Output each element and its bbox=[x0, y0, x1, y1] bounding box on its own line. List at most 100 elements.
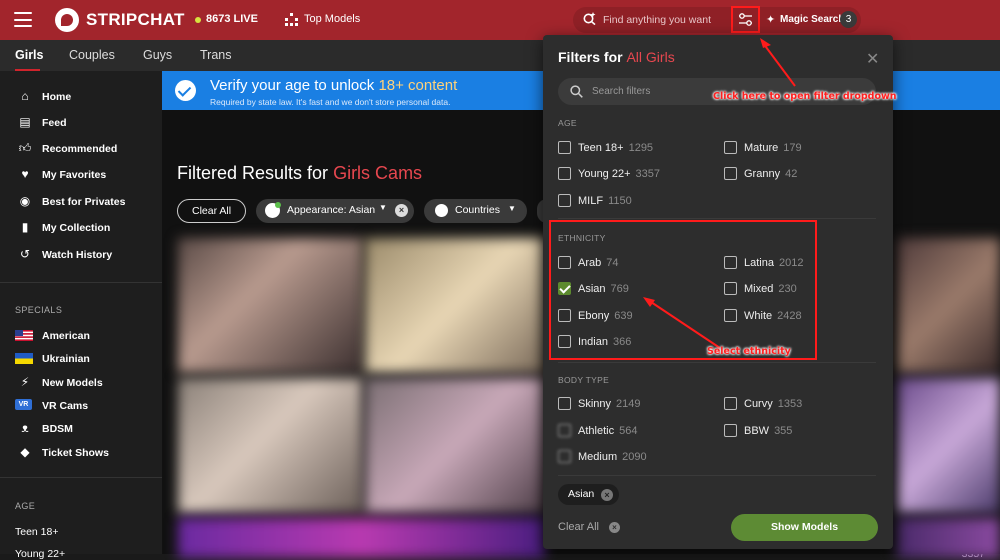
sidebar-item-recommended[interactable]: Recommended bbox=[42, 143, 117, 155]
grid-icon bbox=[285, 13, 298, 26]
age-granny-checkbox[interactable] bbox=[724, 167, 737, 180]
search-placeholder: Find anything you want bbox=[603, 14, 711, 26]
sidebar-item-history[interactable]: Watch History bbox=[42, 249, 112, 261]
chevron-down-icon: ▼ bbox=[508, 204, 516, 213]
age-young-label: Young 22+ 3357 bbox=[578, 168, 660, 180]
age-young-checkbox[interactable] bbox=[558, 167, 571, 180]
menu-icon[interactable] bbox=[14, 12, 32, 27]
sparkle-icon: ✦ bbox=[766, 14, 776, 26]
live-count[interactable]: 8673 LIVE bbox=[206, 13, 258, 25]
age-mature-label: Mature 179 bbox=[744, 142, 802, 154]
filter-age-heading: AGE bbox=[558, 118, 577, 128]
sidebar-item-ticket-shows[interactable]: Ticket Shows bbox=[42, 447, 109, 459]
top-models-link[interactable]: Top Models bbox=[304, 13, 360, 25]
lightning-icon: ⚡︎ bbox=[20, 375, 30, 389]
sidebar-item-teen[interactable]: Teen 18+ bbox=[15, 526, 59, 538]
stream-thumbnail[interactable] bbox=[178, 518, 545, 558]
age-milf-label: MILF 1150 bbox=[578, 195, 632, 207]
page-title: Filtered Results for Girls Cams bbox=[177, 163, 423, 183]
stream-thumbnail[interactable] bbox=[178, 238, 363, 373]
close-icon[interactable]: ✕ bbox=[866, 49, 879, 69]
age-teen-label: Teen 18+ 1295 bbox=[578, 142, 654, 154]
ticket-icon: ◆ bbox=[20, 445, 30, 459]
body-bbw-checkbox[interactable] bbox=[724, 424, 737, 437]
body-medium-checkbox[interactable] bbox=[558, 450, 571, 463]
body-athletic-label: Athletic 564 bbox=[578, 425, 638, 437]
tab-couples[interactable]: Couples bbox=[69, 48, 115, 62]
smart-search-icon bbox=[583, 12, 596, 25]
filter-sliders-icon bbox=[739, 13, 752, 26]
ethnicity-highlight-box bbox=[549, 220, 817, 360]
sidebar-item-privates[interactable]: Best for Privates bbox=[42, 196, 125, 208]
sidebar-item-collection[interactable]: My Collection bbox=[42, 222, 110, 234]
body-athletic-checkbox[interactable] bbox=[558, 424, 571, 437]
active-dot-icon bbox=[275, 202, 281, 208]
body-curvy-checkbox[interactable] bbox=[724, 397, 737, 410]
sidebar-item-ukrainian[interactable]: Ukrainian bbox=[42, 353, 90, 365]
body-skinny-checkbox[interactable] bbox=[558, 397, 571, 410]
stream-thumbnail[interactable] bbox=[365, 238, 545, 373]
body-bbw-label: BBW 355 bbox=[744, 425, 793, 437]
body-skinny-label: Skinny 2149 bbox=[578, 398, 641, 410]
clear-all-filters-link[interactable]: Clear All bbox=[558, 521, 599, 533]
countries-filter-chip[interactable]: Countries ▼ bbox=[424, 199, 527, 223]
clear-all-icon[interactable]: × bbox=[609, 522, 620, 533]
show-models-label: Show Models bbox=[770, 521, 839, 533]
tab-girls[interactable]: Girls bbox=[15, 48, 44, 62]
stream-thumbnail[interactable] bbox=[365, 378, 545, 513]
filter-divider bbox=[558, 218, 876, 219]
banner-title: Verify your age to unlock 18+ content bbox=[210, 77, 458, 94]
filter-hint-annotation: Click here to open filter dropdown bbox=[713, 91, 897, 102]
filters-title: Filters for All Girls bbox=[558, 49, 675, 65]
home-icon: ⌂ bbox=[21, 89, 29, 103]
sidebar-item-american[interactable]: American bbox=[42, 330, 90, 342]
clear-all-chip[interactable]: Clear All bbox=[177, 199, 246, 223]
feed-icon: ▤ bbox=[19, 115, 31, 129]
stream-thumbnail[interactable] bbox=[897, 378, 1000, 513]
verified-check-icon bbox=[175, 80, 196, 101]
filter-body-heading: BODY TYPE bbox=[558, 375, 610, 385]
remove-chip-icon[interactable]: × bbox=[395, 204, 408, 217]
globe-icon bbox=[435, 204, 448, 217]
sidebar-item-vr-cams[interactable]: VR Cams bbox=[42, 400, 88, 412]
magic-search-count: 3 bbox=[840, 11, 857, 28]
sidebar-item-feed[interactable]: Feed bbox=[42, 117, 67, 129]
stream-thumbnail[interactable] bbox=[178, 378, 363, 513]
age-heading: AGE bbox=[15, 501, 36, 511]
filter-divider bbox=[558, 362, 876, 363]
sidebar-item-home[interactable]: Home bbox=[42, 91, 71, 103]
tab-guys[interactable]: Guys bbox=[143, 48, 172, 62]
body-medium-label: Medium 2090 bbox=[578, 451, 647, 463]
us-flag-icon bbox=[15, 330, 33, 341]
ukraine-flag-icon bbox=[15, 353, 33, 364]
stream-thumbnail[interactable] bbox=[897, 518, 1000, 558]
sidebar-item-young[interactable]: Young 22+ bbox=[15, 548, 65, 560]
age-mature-checkbox[interactable] bbox=[724, 141, 737, 154]
banner-subtitle: Required by state law. It's fast and we … bbox=[210, 97, 451, 107]
body-curvy-label: Curvy 1353 bbox=[744, 398, 803, 410]
selected-filter-label: Asian bbox=[568, 488, 595, 500]
search-icon bbox=[570, 85, 583, 98]
thumbs-up-icon: 👍︎ bbox=[18, 141, 32, 155]
magic-search-label: Magic Search bbox=[780, 14, 845, 25]
vr-badge-icon: VR bbox=[15, 399, 32, 410]
sidebar-item-favorites[interactable]: My Favorites bbox=[42, 169, 106, 181]
sidebar-item-new-models[interactable]: New Models bbox=[42, 377, 103, 389]
appearance-filter-chip[interactable]: Appearance: Asian ▼ × bbox=[256, 199, 414, 223]
age-milf-checkbox[interactable] bbox=[558, 194, 571, 207]
sidebar-divider bbox=[0, 282, 162, 283]
stream-thumbnail[interactable] bbox=[897, 238, 1000, 373]
logo-text[interactable]: STRIPCHAT bbox=[86, 10, 185, 30]
age-teen-checkbox[interactable] bbox=[558, 141, 571, 154]
tab-trans[interactable]: Trans bbox=[200, 48, 232, 62]
privates-icon: ◉ bbox=[19, 194, 31, 208]
logo-icon[interactable] bbox=[55, 8, 79, 32]
filter-search-placeholder: Search filters bbox=[592, 86, 651, 97]
sidebar-item-bdsm[interactable]: BDSM bbox=[42, 423, 73, 435]
specials-heading: SPECIALS bbox=[15, 305, 63, 315]
history-icon: ↺ bbox=[19, 247, 31, 261]
bookmark-icon: ▮ bbox=[21, 220, 29, 234]
filter-toggle-button[interactable] bbox=[731, 6, 760, 33]
remove-tag-icon[interactable]: × bbox=[601, 489, 613, 501]
ethnicity-hint-annotation: Select ethnicity bbox=[707, 346, 791, 357]
